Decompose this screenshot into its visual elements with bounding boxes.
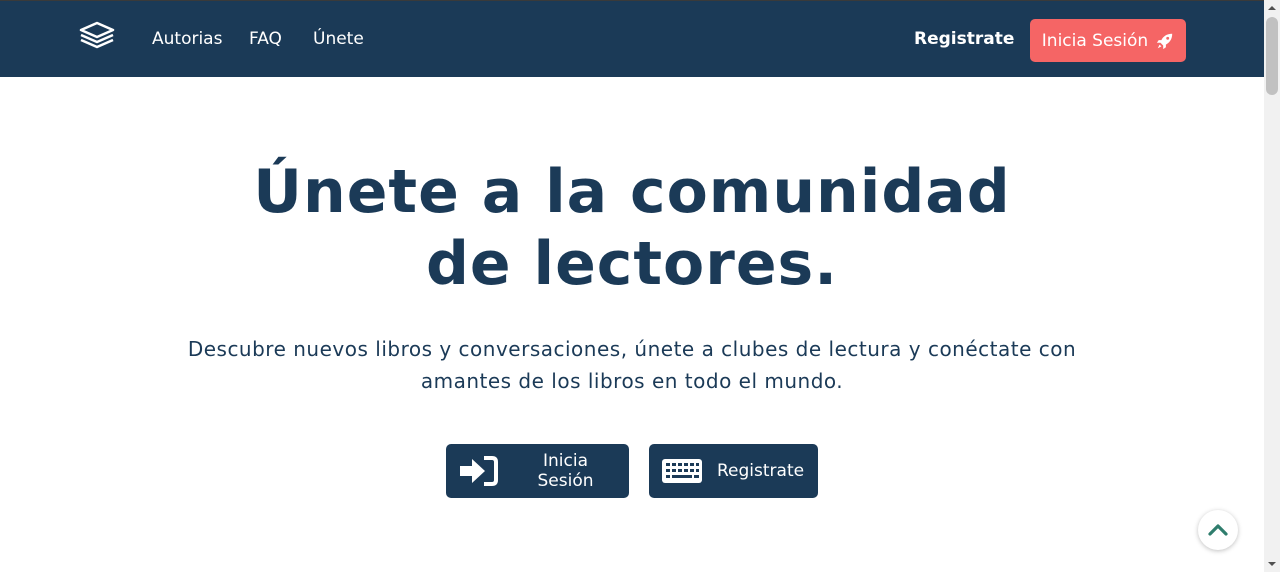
chevron-up-icon: [1208, 524, 1228, 536]
keyboard-icon: [662, 459, 702, 483]
page-scrollbar[interactable]: [1264, 0, 1280, 572]
hero-login-button[interactable]: Inicia Sesión: [446, 444, 629, 498]
nav-link-unete[interactable]: Únete: [313, 28, 364, 50]
nav-link-autorias[interactable]: Autorias: [152, 28, 222, 50]
hero-login-label: Inicia Sesión: [537, 451, 594, 491]
scrollbar-down-arrow-icon[interactable]: [1264, 556, 1280, 572]
navbar: Autorias FAQ Únete Registrate Inicia Ses…: [0, 0, 1264, 77]
rocket-icon: [1157, 33, 1173, 49]
nav-register-link[interactable]: Registrate: [914, 28, 1014, 50]
hero-subtitle: Descubre nuevos libros y conversaciones,…: [187, 337, 1077, 393]
hero-register-label: Registrate: [717, 461, 805, 481]
hero-register-button[interactable]: Registrate: [649, 444, 818, 498]
scrollbar-thumb[interactable]: [1266, 17, 1278, 95]
nav-link-faq[interactable]: FAQ: [249, 28, 282, 50]
nav-login-label: Inicia Sesión: [1041, 30, 1149, 51]
scroll-to-top-button[interactable]: [1198, 510, 1238, 550]
hero-title: Únete a la comunidad de lectores.: [253, 157, 1011, 299]
nav-login-button[interactable]: Inicia Sesión: [1030, 19, 1186, 62]
sign-in-icon: [460, 456, 498, 486]
book-stack-icon[interactable]: [78, 21, 116, 51]
scrollbar-up-arrow-icon[interactable]: [1264, 0, 1280, 16]
